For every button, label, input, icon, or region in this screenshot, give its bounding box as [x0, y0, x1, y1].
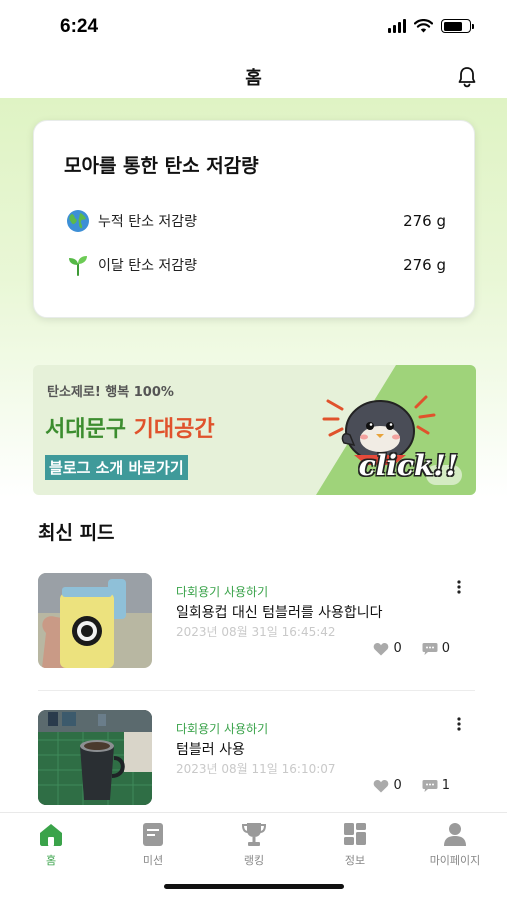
cumulative-carbon-row: 누적 탄소 저감량 276 g: [66, 207, 446, 235]
cumulative-carbon-value: 276 g: [403, 212, 446, 230]
feed-category: 다회용기 사용하기: [176, 722, 269, 736]
banner-subtitle: 탄소제로! 행복 100%: [47, 385, 174, 400]
globe-icon: [67, 210, 89, 232]
monthly-carbon-label: 이달 탄소 저감량: [98, 258, 198, 274]
banner-headline: 서대문구 기대공간: [45, 411, 215, 443]
home-icon: [40, 824, 62, 846]
feed-date: 2023년 08월 31일 16:45:42: [176, 625, 336, 639]
feed-thumbnail[interactable]: [38, 710, 152, 805]
nav-item-ranking[interactable]: 랭킹: [214, 821, 294, 868]
feed-item[interactable]: 다회용기 사용하기 텀블러 사용 2023년 08월 11일 16:10:07 …: [38, 710, 478, 805]
feed-text: 일회용컵 대신 텀블러를 사용합니다: [176, 605, 383, 621]
status-bar: 6:24: [0, 0, 507, 56]
latest-feed-title: 최신 피드: [38, 522, 115, 544]
comment-icon: [422, 779, 438, 792]
comment-stat[interactable]: 0: [422, 641, 450, 656]
heart-icon: [374, 642, 389, 655]
nav-label-mypage: 마이페이지: [429, 854, 481, 867]
app-header: 홈: [0, 56, 507, 98]
person-icon: [444, 823, 466, 846]
more-options-icon[interactable]: [456, 579, 462, 595]
nav-item-home[interactable]: 홈: [11, 821, 91, 868]
monthly-carbon-value: 276 g: [403, 256, 446, 274]
feed-category: 다회용기 사용하기: [176, 585, 269, 599]
carbon-card-title: 모아를 통한 탄소 저감량: [64, 155, 259, 177]
promo-banner[interactable]: 탄소제로! 행복 100% 서대문구 기대공간 블로그 소개 바로가기 clic…: [33, 365, 476, 495]
feed-stats: 0 0: [373, 641, 450, 656]
comment-icon: [422, 642, 438, 655]
like-count: 0: [393, 641, 402, 656]
info-grid-icon: [344, 823, 366, 845]
comment-stat[interactable]: 1: [422, 778, 450, 793]
feed-divider: [38, 690, 475, 691]
sprout-icon: [69, 256, 87, 276]
click-callout: click!!: [358, 449, 458, 482]
battery-icon: [441, 19, 474, 33]
banner-headline-green: 서대문구: [45, 417, 126, 442]
heart-icon: [374, 779, 389, 792]
status-icons: [388, 19, 474, 33]
wifi-icon: [414, 19, 433, 33]
page-title: 홈: [245, 68, 262, 89]
tumbler-photo: [38, 573, 152, 668]
nav-label-info: 정보: [344, 854, 366, 867]
banner-headline-red: 기대공간: [133, 417, 215, 442]
trophy-icon: [241, 823, 267, 846]
feed-thumbnail[interactable]: [38, 573, 152, 668]
comment-count: 1: [441, 778, 450, 793]
monthly-carbon-row: 이달 탄소 저감량 276 g: [66, 251, 446, 279]
status-time: 6:24: [60, 16, 99, 37]
battery-fill: [443, 21, 463, 31]
like-count: 0: [393, 778, 402, 793]
mission-icon: [143, 823, 163, 846]
more-options-icon[interactable]: [456, 716, 462, 732]
comment-count: 0: [441, 641, 450, 656]
feed-stats: 0 1: [373, 778, 450, 793]
nav-label-mission: 미션: [142, 854, 164, 867]
like-stat[interactable]: 0: [373, 778, 402, 793]
feed-date: 2023년 08월 11일 16:10:07: [176, 762, 336, 776]
nav-item-mission[interactable]: 미션: [113, 821, 193, 868]
nav-label-ranking: 랭킹: [243, 854, 265, 867]
nav-item-info[interactable]: 정보: [315, 821, 395, 868]
feed-text: 텀블러 사용: [176, 742, 245, 758]
cumulative-carbon-label: 누적 탄소 저감량: [98, 214, 198, 230]
carbon-reduction-card: 모아를 통한 탄소 저감량 누적 탄소 저감량 276 g 이달 탄소 저감량 …: [33, 120, 475, 318]
cellular-signal-icon: [388, 19, 406, 33]
nav-label-home: 홈: [45, 854, 57, 867]
nav-item-mypage[interactable]: 마이페이지: [415, 821, 495, 868]
feed-item[interactable]: 다회용기 사용하기 일회용컵 대신 텀블러를 사용합니다 2023년 08월 3…: [38, 573, 478, 668]
bell-icon[interactable]: [455, 65, 479, 89]
like-stat[interactable]: 0: [373, 641, 402, 656]
blog-link-button[interactable]: 블로그 소개 바로가기: [45, 455, 188, 480]
steel-cup-photo: [38, 710, 152, 805]
home-indicator: [164, 884, 344, 889]
